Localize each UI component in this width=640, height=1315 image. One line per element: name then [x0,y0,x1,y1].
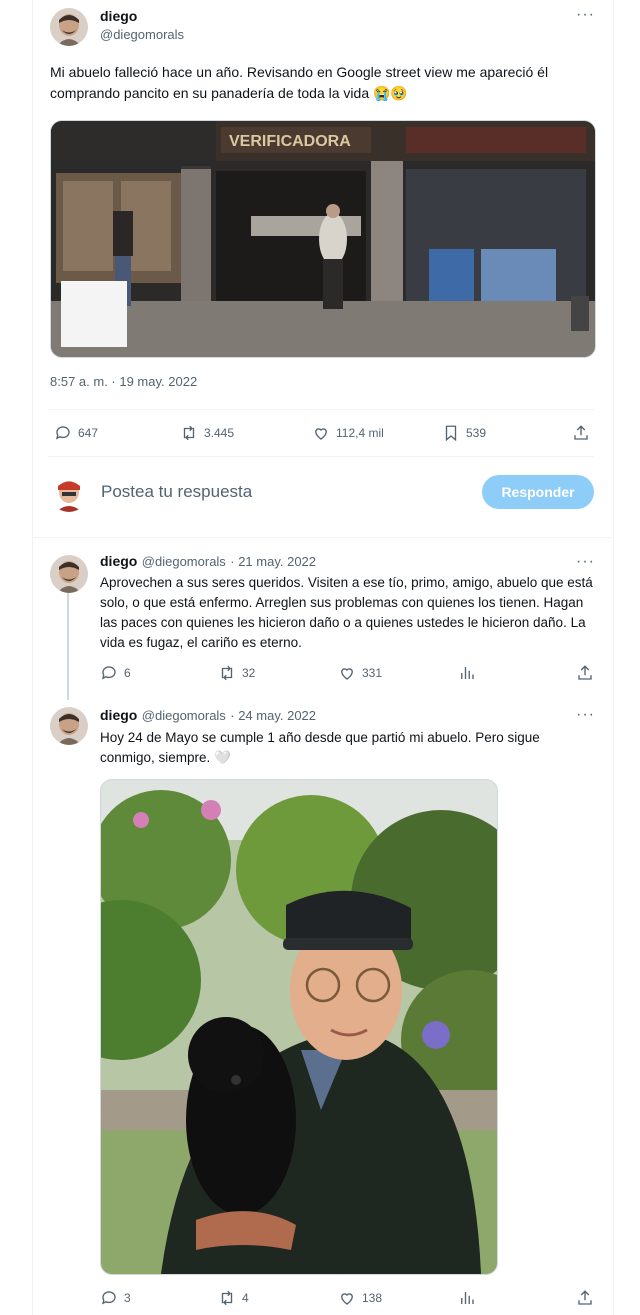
repost-icon [221,665,233,681]
author-handle[interactable]: @diegomorals [142,708,226,723]
share-icon [578,665,592,680]
grandfather-photo[interactable] [100,779,498,1275]
reply-date[interactable]: · 24 may. 2022 [230,708,316,723]
reply-icon [101,1291,116,1305]
avatar-image [50,8,88,46]
views-action[interactable] [458,664,476,682]
like-action[interactable]: 112,4 mil [312,424,384,442]
author-name[interactable]: diego [100,8,137,24]
reply-text: Hoy 24 de Mayo se cumple 1 año desde que… [100,730,540,765]
reply-date[interactable]: · 21 may. 2022 [230,554,316,569]
avatar[interactable] [50,8,88,46]
divider [32,537,612,538]
avatar-image [50,707,88,745]
repost-count: 3.445 [204,426,235,440]
reply-icon [55,426,70,440]
reply-text: Aprovechen a sus seres queridos. Visiten… [100,575,593,650]
grandfather-photo-image [101,780,497,1274]
reply-count: 3 [124,1291,131,1305]
views-icon [461,667,474,679]
repost-action[interactable]: 4 [218,1289,249,1307]
like-count: 138 [362,1291,383,1305]
reply-header: diego @diegomorals · 24 may. 2022 [100,707,316,725]
like-count: 331 [362,666,383,680]
reply-header: diego @diegomorals · 21 may. 2022 [100,553,316,571]
share-action[interactable] [576,664,594,682]
reply-icon [101,666,116,680]
reply-action[interactable]: 647 [54,424,98,442]
reply-action[interactable]: 6 [100,664,131,682]
share-icon [578,1290,592,1305]
author-name[interactable]: diego [100,707,137,723]
divider [48,456,594,457]
avatar[interactable] [50,707,88,745]
repost-action[interactable]: 32 [218,664,255,682]
reply-input[interactable]: Postea tu respuesta [101,482,461,502]
bookmark-icon [445,425,457,442]
reply-count: 647 [78,426,99,440]
bookmark-action[interactable]: 539 [442,424,486,442]
share-action[interactable] [572,424,590,442]
author-handle[interactable]: @diegomorals [100,27,184,42]
tweet-timestamp[interactable]: 8:57 a. m. · 19 may. 2022 [50,374,197,389]
author-name[interactable]: diego [100,553,137,569]
streetview-photo: VERIFICADORA [51,121,595,357]
tweet-text: Mi abuelo falleció hace un año. Revisand… [50,64,549,101]
avatar-image [50,555,88,593]
streetview-image[interactable]: VERIFICADORA [50,120,596,358]
repost-count: 32 [242,666,256,680]
reply-count: 6 [124,666,131,680]
like-action[interactable]: 138 [338,1289,382,1307]
views-action[interactable] [458,1289,476,1307]
like-icon [341,1293,353,1305]
like-icon [341,668,353,680]
like-count: 112,4 mil [336,426,384,440]
like-action[interactable]: 331 [338,664,382,682]
like-icon [315,428,327,440]
more-icon[interactable]: ··· [576,6,595,24]
current-user-avatar[interactable] [50,474,88,512]
author-handle[interactable]: @diegomorals [142,554,226,569]
share-action[interactable] [576,1289,594,1307]
repost-icon [221,1290,233,1306]
more-icon[interactable]: ··· [576,553,595,571]
repost-icon [183,425,195,441]
streetview-sign: VERIFICADORA [229,133,351,150]
reply-action[interactable]: 3 [100,1289,131,1307]
avatar[interactable] [50,555,88,593]
bookmark-count: 539 [466,426,487,440]
repost-action[interactable]: 3.445 [180,424,234,442]
thread-line [67,592,69,700]
views-icon [461,1292,474,1304]
divider [48,409,594,410]
repost-count: 4 [242,1291,249,1305]
reply-button[interactable]: Responder [482,475,594,509]
more-icon[interactable]: ··· [576,706,595,724]
current-user-avatar-image [50,474,88,512]
share-icon [574,425,588,440]
